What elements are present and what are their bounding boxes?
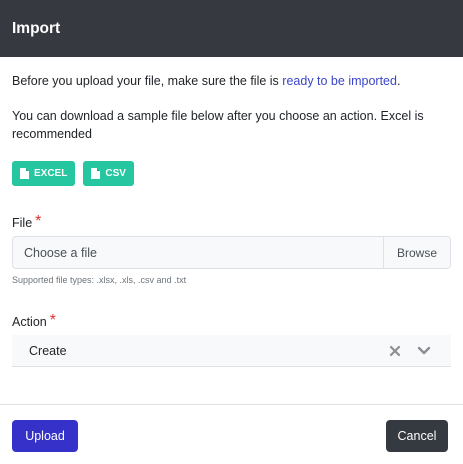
- import-modal: Import Before you upload your file, make…: [0, 0, 463, 464]
- intro-text: Before you upload your file, make sure t…: [12, 73, 451, 89]
- required-marker: *: [35, 213, 42, 230]
- cancel-button[interactable]: Cancel: [386, 420, 448, 452]
- sample-text: You can download a sample file below aft…: [12, 109, 424, 141]
- file-label-text: File: [12, 216, 33, 230]
- file-label: File *: [12, 213, 451, 231]
- file-input[interactable]: Choose a file Browse: [12, 236, 451, 269]
- action-selected-value: Create: [29, 343, 67, 358]
- clear-icon[interactable]: [389, 345, 401, 357]
- footer-divider: [0, 404, 463, 405]
- browse-button[interactable]: Browse: [383, 237, 450, 268]
- ready-to-import-link[interactable]: ready to be imported: [282, 74, 397, 88]
- modal-title: Import: [12, 19, 61, 37]
- download-excel-label: EXCEL: [34, 168, 68, 179]
- file-icon: [20, 168, 29, 179]
- modal-header: Import: [0, 0, 463, 57]
- file-input-placeholder[interactable]: Choose a file: [13, 237, 383, 268]
- download-buttons: EXCEL CSV: [12, 161, 451, 186]
- download-excel-button[interactable]: EXCEL: [12, 161, 76, 186]
- action-label: Action *: [12, 312, 451, 330]
- upload-button[interactable]: Upload: [12, 420, 78, 452]
- download-csv-button[interactable]: CSV: [83, 161, 134, 186]
- download-csv-label: CSV: [105, 168, 126, 179]
- modal-body: Before you upload your file, make sure t…: [0, 73, 463, 367]
- action-label-text: Action: [12, 315, 47, 329]
- file-icon: [91, 168, 101, 179]
- required-marker: *: [49, 312, 56, 329]
- action-select[interactable]: Create: [12, 335, 451, 367]
- file-help-text: Supported file types: .xlsx, .xls, .csv …: [12, 275, 187, 285]
- chevron-down-icon[interactable]: [417, 345, 431, 357]
- intro-text-before: Before you upload your file, make sure t…: [12, 74, 283, 88]
- intro-text-after: .: [396, 74, 401, 88]
